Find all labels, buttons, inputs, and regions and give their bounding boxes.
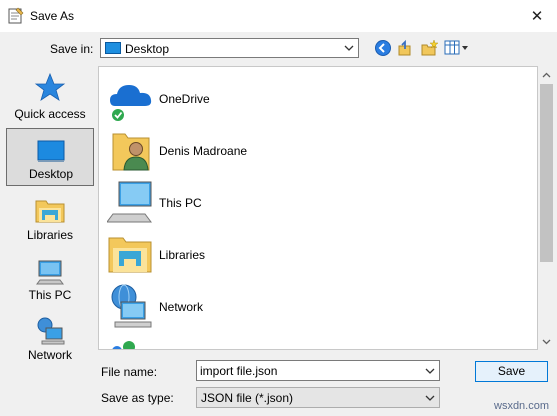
close-button[interactable]: ✕ (526, 6, 548, 26)
place-libraries[interactable]: Libraries (6, 190, 94, 248)
save-as-type-dropdown[interactable]: JSON file (*.json) (196, 387, 440, 408)
scroll-up-button[interactable] (538, 66, 555, 83)
star-icon (34, 72, 66, 101)
save-button[interactable]: Save (475, 361, 548, 382)
item-label: Network (159, 300, 204, 314)
place-quick-access[interactable]: Quick access (6, 66, 94, 124)
list-item-libraries[interactable]: Libraries (107, 230, 407, 282)
place-desktop[interactable]: Desktop (6, 128, 94, 186)
desktop-icon (105, 42, 121, 54)
item-label: This PC (159, 196, 202, 210)
save-in-dropdown[interactable]: Desktop (100, 38, 359, 58)
new-folder-icon[interactable] (420, 39, 438, 57)
list-item-this-pc[interactable]: This PC (107, 178, 407, 230)
libraries-icon (108, 237, 152, 273)
chevron-up-icon (542, 72, 551, 77)
chevron-down-icon[interactable] (424, 365, 436, 377)
place-this-pc[interactable]: This PC (6, 252, 94, 310)
notepad-icon (8, 7, 24, 24)
places-bar: Quick access Desktop Libraries This PC N… (6, 66, 94, 386)
item-label: Denis Madroane (159, 144, 248, 158)
chevron-down-icon (425, 395, 435, 401)
scroll-down-button[interactable] (538, 333, 555, 350)
place-label: Libraries (26, 228, 74, 242)
place-network[interactable]: Network (6, 314, 94, 372)
place-label: Network (27, 348, 72, 362)
title-bar: Save As ✕ (0, 0, 557, 32)
watermark: wsxdn.com (494, 400, 550, 412)
desktop-icon (37, 140, 65, 162)
save-in-label: Save in: (50, 42, 94, 56)
network-icon (111, 284, 152, 328)
network-icon (37, 317, 65, 345)
list-item-network[interactable]: Network (107, 282, 407, 334)
close-icon: ✕ (530, 8, 544, 25)
this-pc-icon (36, 260, 64, 285)
item-label: OneDrive (159, 92, 210, 106)
item-label: Libraries (159, 248, 206, 262)
save-as-type-value: JSON file (*.json) (201, 391, 294, 405)
file-name-value: import file.json (200, 364, 278, 378)
place-label: Desktop (28, 167, 74, 181)
user-folder-icon (112, 133, 150, 171)
window-title: Save As (30, 9, 75, 23)
onedrive-icon (110, 85, 152, 121)
list-item-denis-madroane[interactable]: Denis Madroane (107, 126, 407, 178)
back-icon[interactable] (374, 39, 392, 57)
up-folder-icon[interactable] (397, 39, 415, 57)
view-menu-icon[interactable] (444, 39, 470, 57)
save-as-type-label: Save as type: (101, 391, 174, 405)
file-list: OneDrive Denis Madroane This PC Librarie… (98, 66, 538, 350)
file-name-field[interactable]: import file.json (196, 360, 440, 381)
homegroup-icon (112, 341, 135, 349)
this-pc-icon (107, 181, 152, 223)
save-in-value: Desktop (125, 42, 170, 56)
list-item-onedrive[interactable]: OneDrive (107, 74, 407, 126)
libraries-icon (35, 200, 65, 223)
list-scrollbar[interactable] (538, 66, 555, 350)
scroll-thumb[interactable] (540, 84, 553, 262)
file-name-label: File name: (101, 365, 158, 379)
place-label: Quick access (14, 107, 86, 121)
chevron-down-icon (344, 45, 354, 51)
chevron-down-icon (542, 339, 551, 344)
place-label: This PC (28, 288, 72, 302)
